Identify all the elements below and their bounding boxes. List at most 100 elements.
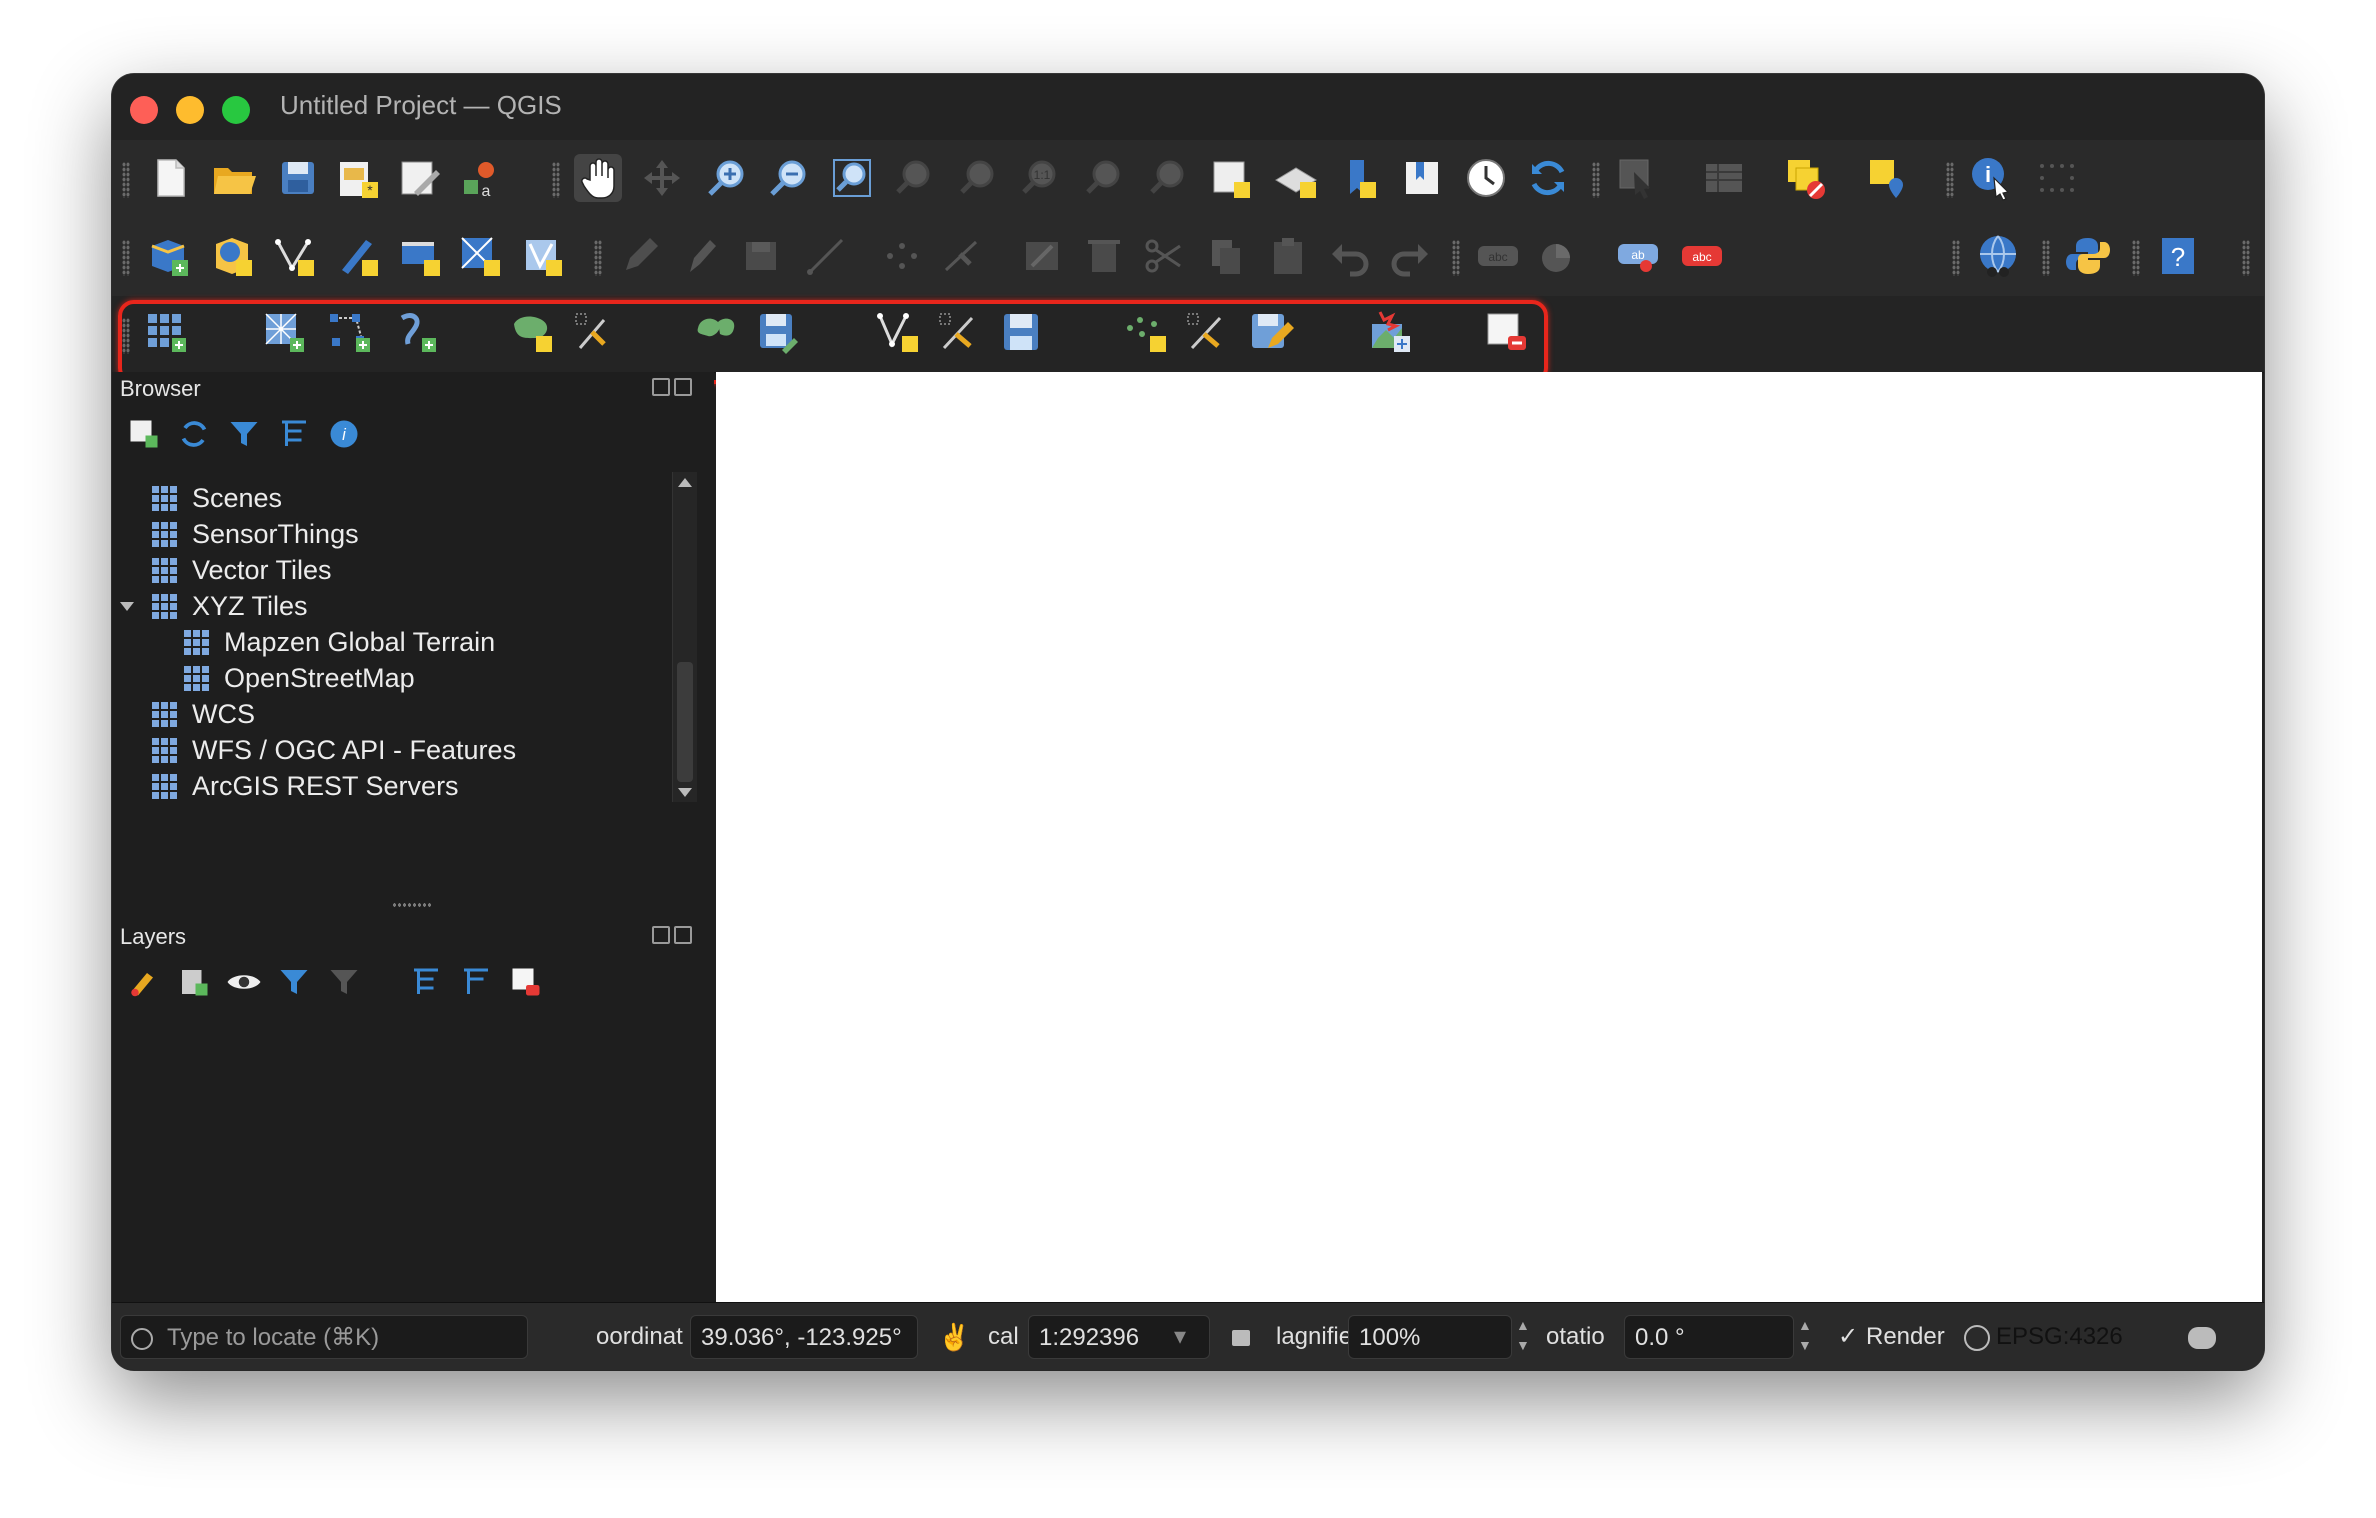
properties-icon[interactable]: i [326, 416, 362, 452]
label-pin-icon[interactable]: abc [1678, 232, 1726, 280]
zoom-to-layer-icon[interactable] [954, 154, 1002, 202]
new-sketch-icon[interactable] [334, 232, 382, 280]
toolbar-handle[interactable] [1592, 162, 1600, 198]
toolbar-handle[interactable] [1452, 240, 1460, 276]
rotation-stepper[interactable]: ▲ ▼ [1798, 1315, 1812, 1359]
close-panel-icon[interactable] [674, 926, 692, 944]
zoom-full-icon[interactable] [828, 154, 876, 202]
scroll-thumb[interactable] [677, 662, 693, 782]
collapse-all-icon[interactable] [276, 416, 312, 452]
crs-globe-icon[interactable] [1964, 1315, 1990, 1359]
zoom-in-icon[interactable] [702, 154, 750, 202]
modify-attributes-icon[interactable] [1018, 232, 1066, 280]
manage-map-themes-icon[interactable] [226, 964, 262, 1000]
toolbar-handle[interactable] [594, 240, 602, 276]
digitize-line-icon[interactable] [802, 232, 850, 280]
new-bookmark-icon[interactable] [1336, 154, 1384, 202]
layout-manager-icon[interactable] [396, 154, 444, 202]
coordinate-field[interactable]: 39.036°, -123.925° [690, 1315, 918, 1359]
toggle-editing-icon[interactable] [616, 232, 664, 280]
add-point-icon[interactable] [878, 232, 926, 280]
filter-browser-icon[interactable] [226, 416, 262, 452]
crs-label[interactable]: EPSG:4326 [1996, 1315, 2123, 1359]
refresh-icon[interactable] [1524, 154, 1572, 202]
save-project-icon[interactable] [274, 154, 322, 202]
diagram-icon[interactable] [1536, 232, 1584, 280]
zoom-last-icon[interactable] [1080, 154, 1128, 202]
python-console-icon[interactable] [2064, 232, 2112, 280]
toolbar-handle[interactable] [1946, 162, 1954, 198]
copy-features-icon[interactable] [1202, 232, 1250, 280]
toolbar-handle[interactable] [552, 162, 560, 198]
filter-by-expression-icon[interactable] [326, 964, 362, 1000]
metasearch-icon[interactable] [1974, 232, 2022, 280]
close-panel-icon[interactable] [674, 378, 692, 396]
select-features-icon[interactable] [1614, 154, 1662, 202]
new-project-icon[interactable] [146, 154, 194, 202]
zoom-next-icon[interactable] [1144, 154, 1192, 202]
save-edits-icon[interactable] [738, 232, 786, 280]
pan-to-selection-icon[interactable] [638, 154, 686, 202]
cut-features-icon[interactable] [1140, 232, 1188, 280]
pan-map-icon[interactable] [574, 154, 622, 202]
open-attribute-table-icon[interactable] [1700, 154, 1748, 202]
expand-arrow-icon[interactable] [120, 602, 134, 611]
toolbar-handle[interactable] [2132, 240, 2140, 276]
new-virtual-layer-icon[interactable] [456, 232, 504, 280]
show-bookmarks-icon[interactable] [1398, 154, 1446, 202]
toolbar-handle[interactable] [2242, 240, 2250, 276]
toolbar-handle[interactable] [2042, 240, 2050, 276]
rotation-spinbox[interactable]: 0.0 ° [1624, 1315, 1794, 1359]
new-print-layout-icon[interactable]: * [334, 154, 382, 202]
map-canvas[interactable] [716, 372, 2262, 1302]
new-geopackage-layer-icon[interactable] [208, 232, 256, 280]
zoom-out-icon[interactable] [764, 154, 812, 202]
toolbar-handle[interactable] [122, 162, 130, 198]
lock-scale-icon[interactable] [1232, 1315, 1250, 1359]
zoom-native-icon[interactable]: 1:1 [1016, 154, 1064, 202]
magnifier-spinbox[interactable]: 100% [1348, 1315, 1512, 1359]
measure-icon[interactable] [2032, 154, 2080, 202]
new-spatialite-layer-icon[interactable] [518, 232, 566, 280]
maximize-window-button[interactable] [222, 96, 250, 124]
new-map-view-icon[interactable] [1208, 154, 1256, 202]
current-edits-icon[interactable] [676, 232, 724, 280]
expand-all-icon[interactable] [408, 964, 444, 1000]
float-panel-icon[interactable] [652, 926, 670, 944]
label-highlight-icon[interactable]: ab [1614, 232, 1662, 280]
add-group-icon[interactable] [176, 964, 212, 1000]
select-by-location-icon[interactable] [1864, 154, 1912, 202]
new-3d-view-icon[interactable] [1272, 154, 1320, 202]
minimize-window-button[interactable] [176, 96, 204, 124]
identify-features-icon[interactable]: i [1968, 154, 2016, 202]
close-window-button[interactable] [130, 96, 158, 124]
paste-features-icon[interactable] [1264, 232, 1312, 280]
open-layer-styling-icon[interactable] [126, 964, 162, 1000]
scroll-up-icon[interactable] [678, 478, 692, 487]
style-manager-icon[interactable]: a [456, 154, 504, 202]
float-panel-icon[interactable] [652, 378, 670, 396]
delete-selected-icon[interactable] [1080, 232, 1128, 280]
add-selected-layers-icon[interactable] [126, 416, 162, 452]
refresh-browser-icon[interactable] [176, 416, 212, 452]
help-icon[interactable]: ? [2154, 232, 2202, 280]
filter-legend-icon[interactable] [276, 964, 312, 1000]
remove-layer-group-icon[interactable] [508, 964, 544, 1000]
label-toolbar-icon[interactable]: abc [1474, 232, 1522, 280]
mouse-coordinate-toggle-icon[interactable]: ✌ [938, 1315, 970, 1359]
zoom-to-selection-icon[interactable] [890, 154, 938, 202]
scroll-down-icon[interactable] [678, 788, 692, 797]
panel-splitter[interactable] [392, 902, 432, 908]
redo-icon[interactable] [1386, 232, 1434, 280]
deselect-all-icon[interactable] [1782, 154, 1830, 202]
collapse-all-layers-icon[interactable] [458, 964, 494, 1000]
vertex-tool-icon[interactable] [938, 232, 986, 280]
magnifier-stepper[interactable]: ▲ ▼ [1516, 1315, 1530, 1359]
messages-icon[interactable] [2188, 1315, 2216, 1359]
toolbar-handle[interactable] [122, 240, 130, 276]
temporal-controller-icon[interactable] [1462, 154, 1510, 202]
open-project-icon[interactable] [210, 154, 258, 202]
render-checkbox[interactable]: ✓ [1838, 1315, 1858, 1359]
locator-bar[interactable]: Type to locate (⌘K) [120, 1315, 528, 1359]
browser-scrollbar[interactable] [672, 472, 697, 802]
